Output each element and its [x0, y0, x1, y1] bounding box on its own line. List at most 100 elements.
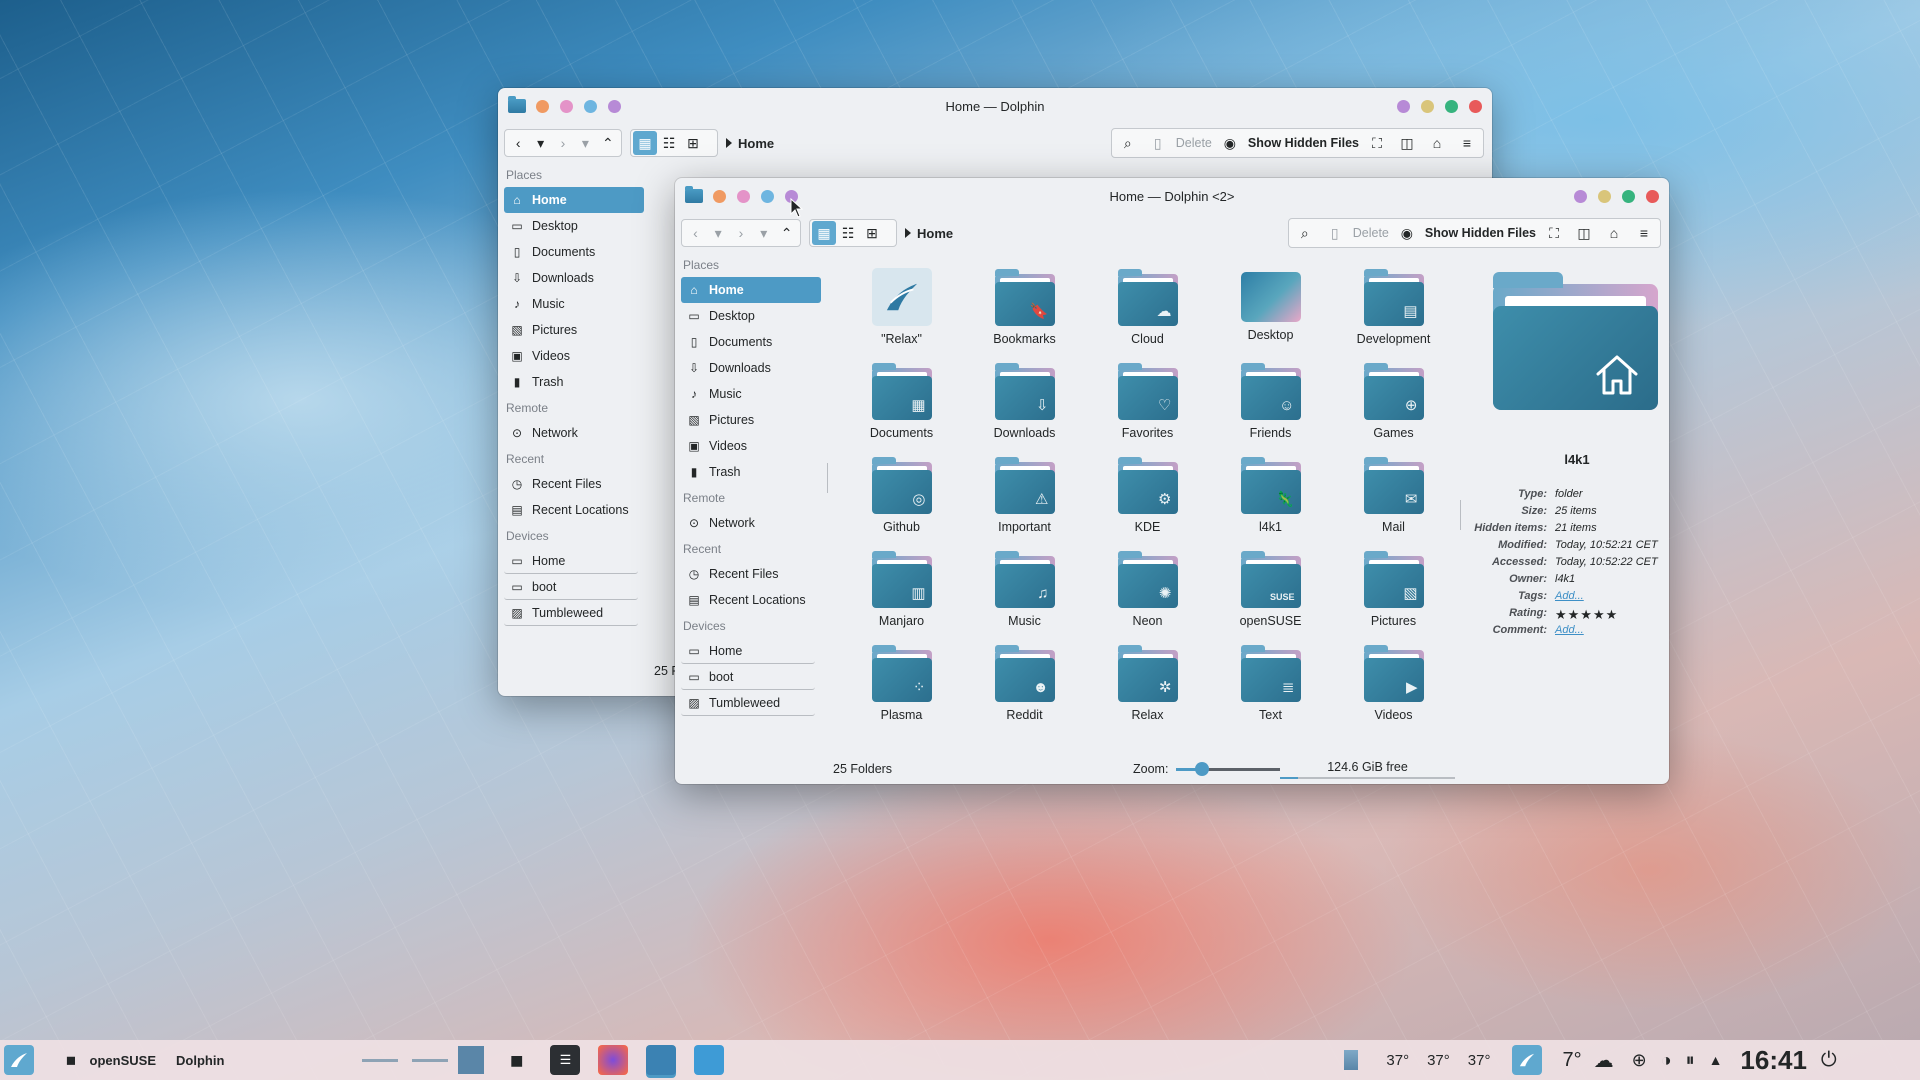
- forward-history-icon[interactable]: ▾: [752, 221, 775, 245]
- sidebar-item-device-home[interactable]: ▭ Home: [681, 638, 815, 664]
- home-icon[interactable]: ⌂: [1602, 221, 1626, 245]
- file-item[interactable]: ⁘ Plasma: [840, 644, 963, 738]
- menu-dot[interactable]: [713, 189, 726, 203]
- pin-dot[interactable]: [560, 99, 573, 113]
- forward-history-icon[interactable]: ▾: [574, 131, 596, 155]
- help-button[interactable]: [1397, 99, 1410, 113]
- sidebar-item-downloads[interactable]: ⇩ Downloads: [681, 355, 821, 381]
- zoom-slider-handle[interactable]: [1195, 761, 1210, 776]
- minimize-button[interactable]: [1598, 189, 1611, 203]
- sidebar-item-device-tumbleweed[interactable]: ▨ Tumbleweed: [504, 600, 638, 626]
- delete-button[interactable]: Delete: [1176, 136, 1212, 150]
- sidebar-item-recent-locations[interactable]: ▤ Recent Locations: [681, 587, 821, 613]
- add-link[interactable]: Add...: [1555, 624, 1584, 641]
- close-button[interactable]: [1646, 189, 1659, 203]
- sidebar-item-home[interactable]: ⌂ Home: [504, 187, 644, 213]
- file-item[interactable]: "Relax": [840, 268, 963, 362]
- firefox-icon[interactable]: [598, 1045, 629, 1075]
- file-item[interactable]: 🦎 l4k1: [1209, 456, 1332, 550]
- split-view-icon[interactable]: ◫: [1395, 131, 1419, 155]
- sidebar-item-documents[interactable]: ▯ Documents: [681, 329, 821, 355]
- inkscape-icon[interactable]: ◆: [502, 1045, 532, 1075]
- panel-splitter[interactable]: [827, 463, 828, 493]
- delete-button[interactable]: Delete: [1353, 226, 1389, 240]
- discover-icon[interactable]: [694, 1045, 725, 1075]
- file-item[interactable]: SUSE openSUSE: [1209, 550, 1332, 644]
- rating-stars[interactable]: ★★★★★: [1555, 607, 1618, 624]
- titlebar[interactable]: Home — Dolphin <2>: [675, 178, 1669, 214]
- select-icon[interactable]: ⛶: [1542, 221, 1566, 245]
- file-item[interactable]: ☻ Reddit: [963, 644, 1086, 738]
- back-history-icon[interactable]: ▾: [707, 221, 730, 245]
- sidebar-item-music[interactable]: ♪ Music: [504, 291, 644, 317]
- show-hidden-files-button[interactable]: Show Hidden Files: [1248, 136, 1359, 150]
- file-view[interactable]: "Relax" 🔖 Bookmarks ☁ Cloud Desktop ▤ Developme…: [840, 268, 1455, 738]
- titlebar[interactable]: Home — Dolphin: [498, 88, 1492, 124]
- file-item[interactable]: ▤ Development: [1332, 268, 1455, 362]
- sidebar-item-recent-files[interactable]: ◷ Recent Files: [504, 471, 644, 497]
- file-item[interactable]: ✉ Mail: [1332, 456, 1455, 550]
- file-item[interactable]: ☺ Friends: [1209, 362, 1332, 456]
- pin-dot[interactable]: [737, 189, 750, 203]
- sidebar-item-documents[interactable]: ▯ Documents: [504, 239, 644, 265]
- help-button[interactable]: [1574, 189, 1587, 203]
- sidebar-item-desktop[interactable]: ▭ Desktop: [504, 213, 644, 239]
- file-item[interactable]: ♡ Favorites: [1086, 362, 1209, 456]
- hamburger-menu-icon[interactable]: ≡: [1455, 131, 1479, 155]
- file-item[interactable]: ⊕ Games: [1332, 362, 1455, 456]
- split-view-icon[interactable]: ◫: [1572, 221, 1596, 245]
- forward-icon[interactable]: ›: [730, 221, 753, 245]
- sidebar-item-trash[interactable]: ▮ Trash: [681, 459, 821, 485]
- launcher-icon[interactable]: [1512, 1045, 1543, 1075]
- maximize-button[interactable]: [1445, 99, 1458, 113]
- activity-name[interactable]: openSUSE: [90, 1053, 156, 1068]
- forward-icon[interactable]: ›: [552, 131, 574, 155]
- file-item[interactable]: ♫ Music: [963, 550, 1086, 644]
- compact-view-icon[interactable]: ☷: [657, 131, 681, 155]
- sidebar-item-device-boot[interactable]: ▭ boot: [681, 664, 815, 690]
- cloud-icon[interactable]: ☁: [1594, 1048, 1614, 1073]
- sidebar-item-device-tumbleweed[interactable]: ▨ Tumbleweed: [681, 690, 815, 716]
- icons-view-icon[interactable]: ▦: [812, 221, 836, 245]
- file-item[interactable]: ✲ Relax: [1086, 644, 1209, 738]
- file-item[interactable]: ✺ Neon: [1086, 550, 1209, 644]
- close-button[interactable]: [1469, 99, 1482, 113]
- file-item[interactable]: ☁ Cloud: [1086, 268, 1209, 362]
- up-icon[interactable]: ⌃: [775, 221, 798, 245]
- menu-dot[interactable]: [536, 99, 549, 113]
- minimize-button[interactable]: [1421, 99, 1434, 113]
- sidebar-item-network[interactable]: ⊙ Network: [504, 420, 644, 446]
- sidebar-item-videos[interactable]: ▣ Videos: [681, 433, 821, 459]
- dolphin-window-front[interactable]: Home — Dolphin <2> ‹ ▾ › ▾ ⌃ ▦ ☷ ⊞ Home …: [675, 178, 1669, 784]
- add-link[interactable]: Add...: [1555, 590, 1584, 607]
- sidebar-item-downloads[interactable]: ⇩ Downloads: [504, 265, 644, 291]
- icons-view-icon[interactable]: ▦: [633, 131, 657, 155]
- sidebar-item-device-boot[interactable]: ▭ boot: [504, 574, 638, 600]
- pager-desktop-2[interactable]: [412, 1058, 449, 1062]
- shade-dot[interactable]: [608, 99, 621, 113]
- hamburger-menu-icon[interactable]: ≡: [1632, 221, 1656, 245]
- file-item[interactable]: ≣ Text: [1209, 644, 1332, 738]
- sidebar-item-desktop[interactable]: ▭ Desktop: [681, 303, 821, 329]
- file-item[interactable]: ⚙ KDE: [1086, 456, 1209, 550]
- sidebar-item-pictures[interactable]: ▧ Pictures: [504, 317, 644, 343]
- pager-desktop-3[interactable]: [458, 1046, 485, 1074]
- back-icon[interactable]: ‹: [507, 131, 529, 155]
- keep-above-dot[interactable]: [761, 189, 774, 203]
- panel-splitter[interactable]: [1460, 500, 1461, 530]
- keep-above-dot[interactable]: [584, 99, 597, 113]
- file-item[interactable]: ⚠ Important: [963, 456, 1086, 550]
- home-icon[interactable]: ⌂: [1425, 131, 1449, 155]
- pager-desktop-1[interactable]: [362, 1058, 399, 1062]
- system-monitor-icon[interactable]: [1344, 1050, 1359, 1070]
- media-pause-icon[interactable]: ⏸: [1686, 1050, 1695, 1071]
- back-history-icon[interactable]: ▾: [529, 131, 551, 155]
- breadcrumb-home[interactable]: Home: [917, 226, 953, 241]
- sidebar-item-music[interactable]: ♪ Music: [681, 381, 821, 407]
- file-item[interactable]: Desktop: [1209, 268, 1332, 362]
- clock[interactable]: 16:41: [1740, 1045, 1807, 1076]
- dolphin-app-icon[interactable]: [508, 96, 526, 113]
- file-item[interactable]: ▦ Documents: [840, 362, 963, 456]
- search-icon[interactable]: ⌕: [1293, 221, 1317, 245]
- select-icon[interactable]: ⛶: [1365, 131, 1389, 155]
